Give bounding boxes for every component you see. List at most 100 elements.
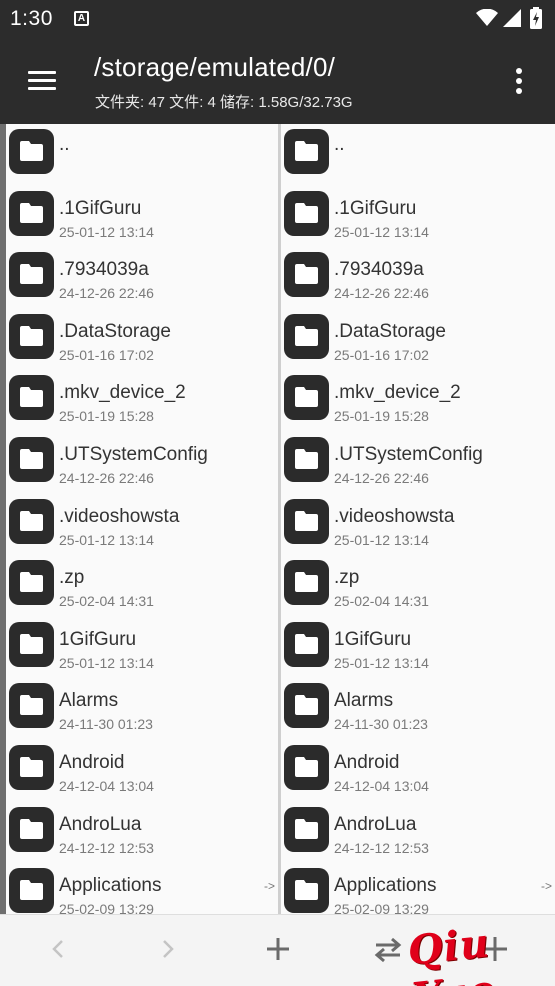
folder-name: .UTSystemConfig (334, 444, 483, 465)
battery-icon (530, 7, 542, 29)
folder-icon (284, 252, 329, 298)
add-button[interactable] (258, 929, 298, 969)
folder-row[interactable]: .UTSystemConfig 24-12-26 22:46 (6, 432, 278, 494)
folder-icon (9, 498, 54, 544)
menu-icon[interactable] (24, 68, 58, 94)
folder-icon (9, 252, 54, 298)
folder-name: Applications (334, 875, 437, 897)
folder-name: AndroLua (59, 813, 142, 835)
back-button[interactable] (38, 929, 78, 969)
folder-name: Applications (59, 875, 162, 897)
folder-name: 1GifGuru (59, 628, 137, 650)
folder-icon (284, 560, 329, 606)
folder-row[interactable]: .DataStorage 25-01-16 17:02 (6, 309, 278, 371)
folder-icon (9, 560, 54, 606)
folder-name: .1GifGuru (334, 197, 417, 219)
dual-pane-browser: .. .1GifGuru 25-01-12 13:14 .7934039a 24-12-… (0, 124, 555, 914)
folder-date: 24-11-30 01:23 (334, 716, 428, 733)
chevron-right-icon (163, 940, 174, 958)
folder-row[interactable]: .zp 25-02-04 14:31 (6, 555, 278, 617)
folder-icon (284, 375, 329, 421)
folder-icon (9, 806, 54, 852)
left-pane[interactable]: .. .1GifGuru 25-01-12 13:14 .7934039a 24-12-… (6, 124, 278, 914)
folder-row[interactable]: .mkv_device_2 25-01-19 15:28 (6, 370, 278, 432)
folder-date: 25-01-12 13:14 (334, 531, 429, 548)
folder-name: .7934039a (59, 259, 149, 281)
folder-row[interactable]: .7934039a 24-12-26 22:46 (6, 247, 278, 309)
folder-name: .zp (59, 567, 85, 589)
folder-row[interactable]: AndroLua 24-12-12 12:53 (281, 802, 555, 864)
signal-icon (503, 9, 521, 27)
folder-date: 25-01-16 17:02 (334, 346, 429, 363)
folder-row[interactable]: AndroLua 24-12-12 12:53 (6, 802, 278, 864)
folder-name: Android (334, 752, 400, 773)
forward-button[interactable] (148, 929, 188, 969)
folder-date: 24-12-26 22:46 (59, 470, 154, 486)
folder-name: .videoshowsta (334, 505, 455, 527)
has-content-arrow: -> (263, 879, 275, 894)
folder-date: 24-12-26 22:46 (334, 285, 429, 302)
folder-name: 1GifGuru (334, 628, 412, 650)
folder-icon (284, 868, 329, 914)
folder-name: Alarms (334, 690, 394, 712)
folder-date: 25-02-09 13:29 (59, 901, 154, 914)
overflow-menu-icon[interactable] (508, 66, 530, 96)
folder-date: 24-12-04 13:04 (59, 778, 154, 794)
app-bar: /storage/emulated/0/ 文件夹: 47 文件: 4 储存: 1… (0, 38, 555, 124)
folder-row[interactable]: 1GifGuru 25-01-12 13:14 (281, 617, 555, 679)
folder-date: 25-02-09 13:29 (334, 901, 429, 914)
folder-row[interactable]: .7934039a 24-12-26 22:46 (281, 247, 555, 309)
folder-row[interactable]: Alarms 24-11-30 01:23 (6, 678, 278, 740)
status-bar: 1:30 A (0, 0, 555, 38)
folder-row[interactable]: .videoshowsta 25-01-12 13:14 (281, 494, 555, 556)
folder-name: .UTSystemConfig (59, 444, 208, 465)
folder-row[interactable]: Android 24-12-04 13:04 (6, 740, 278, 802)
folder-name: .. (334, 134, 345, 155)
folder-name: .. (59, 134, 70, 155)
folder-name: Alarms (59, 690, 119, 712)
folder-icon (9, 745, 54, 790)
folder-row[interactable]: .1GifGuru 25-01-12 13:14 (281, 186, 555, 248)
folder-icon (284, 190, 329, 236)
folder-row[interactable]: .DataStorage 25-01-16 17:02 (281, 309, 555, 371)
folder-icon (9, 190, 54, 236)
parent-directory-row[interactable]: .. (6, 124, 278, 186)
storage-summary: 文件夹: 47 文件: 4 储存: 1.58G/32.73G (95, 94, 353, 111)
swap-panes-button[interactable] (368, 929, 408, 969)
folder-date: 24-12-12 12:53 (59, 839, 154, 856)
folder-row[interactable]: Android 24-12-04 13:04 (281, 740, 555, 802)
folder-icon (284, 806, 329, 852)
folder-icon (9, 621, 54, 667)
folder-date: 24-11-30 01:23 (59, 716, 153, 733)
folder-row[interactable]: Applications 25-02-09 13:29 -> (281, 863, 555, 914)
folder-row[interactable]: Alarms 24-11-30 01:23 (281, 678, 555, 740)
folder-name: .mkv_device_2 (59, 382, 186, 404)
folder-name: .7934039a (334, 259, 424, 281)
folder-row[interactable]: .zp 25-02-04 14:31 (281, 555, 555, 617)
parent-directory-row[interactable]: .. (281, 124, 555, 186)
folder-name: .videoshowsta (59, 505, 180, 527)
right-pane[interactable]: .. .1GifGuru 25-01-12 13:14 .7934039a 24-12-… (281, 124, 555, 914)
folder-date: 25-01-12 13:14 (334, 654, 429, 671)
folder-row[interactable]: Applications 25-02-09 13:29 -> (6, 863, 278, 914)
folder-icon (284, 498, 329, 544)
folder-date: 25-01-12 13:14 (59, 654, 154, 671)
folder-name: .DataStorage (334, 320, 446, 342)
folder-icon (9, 129, 54, 174)
folder-row[interactable]: .videoshowsta 25-01-12 13:14 (6, 494, 278, 556)
folder-row[interactable]: 1GifGuru 25-01-12 13:14 (6, 617, 278, 679)
folder-row[interactable]: .1GifGuru 25-01-12 13:14 (6, 186, 278, 248)
chevron-left-icon (52, 940, 63, 958)
folder-row[interactable]: .mkv_device_2 25-01-19 15:28 (281, 370, 555, 432)
wifi-icon (476, 9, 498, 26)
folder-icon (9, 375, 54, 421)
folder-date: 25-02-04 14:31 (59, 593, 154, 610)
folder-date: 25-01-12 13:14 (59, 223, 154, 240)
folder-row[interactable]: .UTSystemConfig 24-12-26 22:46 (281, 432, 555, 494)
folder-date: 25-02-04 14:31 (334, 593, 429, 610)
folder-date: 25-01-19 15:28 (334, 408, 429, 425)
folder-name: AndroLua (334, 813, 417, 835)
folder-name: .1GifGuru (59, 197, 142, 219)
folder-date: 25-01-12 13:14 (59, 531, 154, 548)
status-time: 1:30 (10, 7, 53, 30)
